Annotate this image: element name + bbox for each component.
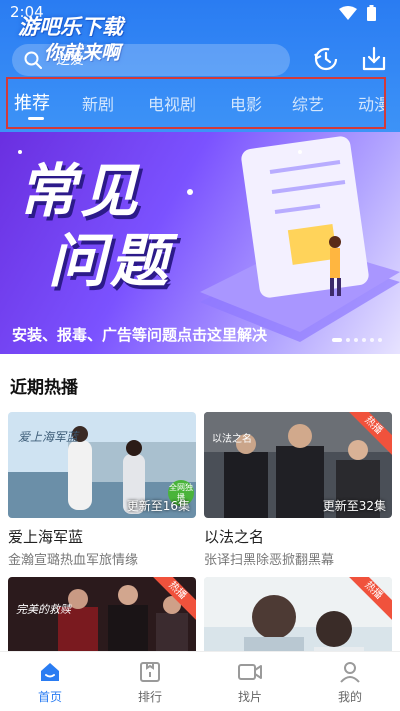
nav-profile[interactable]: 我的 [320, 660, 380, 705]
download-icon[interactable] [360, 45, 388, 73]
battery-icon [367, 5, 376, 21]
nav-discover[interactable]: 找片 [220, 660, 280, 705]
poster-title: 爱上海军蓝 [18, 430, 79, 444]
tab-new-drama[interactable]: 新剧 [82, 91, 114, 115]
tab-movies[interactable]: 电影 [230, 91, 262, 115]
faq-banner[interactable]: 常见 问题 安装、报毒、广告等问题点击这里解决 [0, 132, 400, 354]
nav-discover-label: 找片 [237, 690, 262, 704]
nav-home-label: 首页 [37, 690, 62, 704]
poster-title: 以法之名 [212, 434, 252, 445]
hot-badge: 热播 [152, 577, 196, 621]
section-title: 近期热播 [10, 378, 78, 398]
carousel-dot[interactable] [362, 338, 366, 342]
tab-anime[interactable]: 动漫 [358, 91, 384, 115]
banner-caption: 安装、报毒、广告等问题点击这里解决 [12, 326, 268, 344]
home-icon [41, 663, 59, 681]
user-icon [340, 662, 360, 683]
watermark-line1: 游吧乐下载 [18, 15, 123, 39]
carousel-dot[interactable] [370, 338, 374, 342]
carousel-dot[interactable] [332, 338, 342, 342]
category-tabs: 推荐 新剧 电视剧 电影 综艺 动漫 [6, 77, 386, 129]
video-card[interactable]: 以法之名 热播 更新至32集 以法之名 张译扫黑除恶掀翻黑幕 [204, 412, 392, 568]
hot-badge: 热播 [348, 577, 392, 621]
episode-update: 更新至32集 [322, 499, 386, 513]
video-card[interactable]: 爱上海军蓝 全网独播 更新至16集 爱上海军蓝 金瀚宣璐热血军旅情缘 [8, 412, 196, 568]
carousel-dot[interactable] [346, 338, 350, 342]
tab-indicator [28, 117, 44, 120]
banner-title-line2: 问题 [48, 227, 173, 295]
header: 2:04 游吧乐下载 你就来啊 推荐 新剧 电视剧 电影 综艺 动漫 [0, 0, 400, 132]
hot-badge-label: 热播 [348, 577, 392, 621]
hot-badge: 热播 [348, 412, 392, 456]
card-subtitle: 张译扫黑除恶掀翻黑幕 [204, 553, 335, 568]
card-subtitle: 金瀚宣璐热血军旅情缘 [8, 553, 139, 568]
banner-title-line1: 常见 [18, 157, 143, 225]
nav-ranking-label: 排行 [137, 690, 162, 704]
ranking-icon [140, 662, 160, 682]
video-poster[interactable]: 爱上海军蓝 全网独播 更新至16集 [8, 412, 196, 518]
episode-update: 更新至16集 [126, 499, 190, 513]
carousel-dot[interactable] [354, 338, 358, 342]
nav-ranking[interactable]: 排行 [120, 660, 180, 705]
hot-badge-label: 热播 [348, 412, 392, 456]
wifi-icon [339, 6, 357, 20]
video-icon [238, 664, 262, 680]
carousel-indicator [332, 338, 382, 342]
status-icons [339, 5, 376, 21]
nav-profile-label: 我的 [337, 690, 362, 704]
card-title: 以法之名 [204, 528, 265, 546]
tab-variety[interactable]: 综艺 [292, 91, 324, 115]
card-title: 爱上海军蓝 [8, 528, 84, 546]
search-input[interactable] [56, 48, 276, 72]
carousel-dot[interactable] [378, 338, 382, 342]
bottom-navigation: 首页 排行 找片 我的 [0, 651, 400, 711]
history-icon[interactable] [312, 45, 340, 73]
search-icon [24, 51, 42, 69]
poster-title: 完美的救赎 [16, 603, 71, 616]
tab-recommended[interactable]: 推荐 [14, 89, 50, 115]
tab-tv-series[interactable]: 电视剧 [148, 91, 196, 115]
nav-home[interactable]: 首页 [20, 660, 80, 705]
hot-badge-label: 热播 [152, 577, 196, 621]
search-bar[interactable] [12, 44, 290, 76]
video-poster[interactable]: 以法之名 热播 更新至32集 [204, 412, 392, 518]
